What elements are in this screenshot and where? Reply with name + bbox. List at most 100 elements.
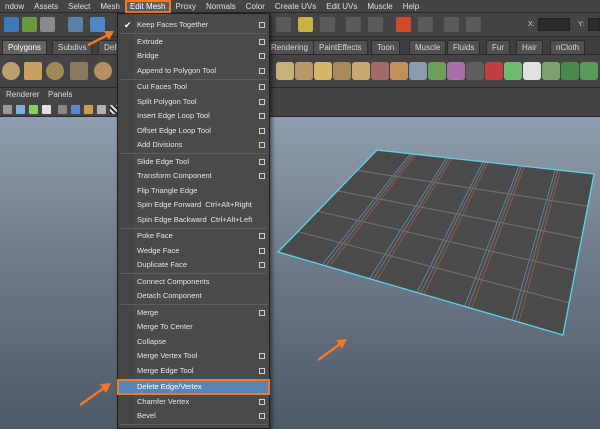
menu-select[interactable]: Select [63, 0, 95, 13]
shelf-tool-icon[interactable] [466, 62, 484, 80]
menu-item-delete-edge-vertex[interactable]: Delete Edge/Vertex [117, 379, 270, 395]
option-box-icon[interactable] [259, 233, 265, 239]
shelf-tab-painteffects[interactable]: PaintEffects [313, 40, 368, 54]
option-box-icon[interactable] [259, 142, 265, 148]
option-box-icon[interactable] [259, 309, 265, 316]
option-box-icon[interactable] [259, 67, 265, 74]
menu-create-uvs[interactable]: Create UVs [270, 0, 321, 13]
shelf-tool-icon[interactable] [409, 62, 427, 80]
shelf-tab-polygons[interactable]: Polygons [2, 40, 47, 54]
shelf-tool-icon[interactable] [485, 62, 503, 80]
menu-item-spin-edge-backward[interactable]: Spin Edge Backward Ctrl+Alt+Left [118, 213, 269, 227]
status-icon-9[interactable] [466, 17, 481, 32]
menu-color[interactable]: Color [241, 0, 270, 13]
option-box-icon[interactable] [259, 367, 265, 374]
shelf-tool-icon[interactable] [561, 62, 579, 80]
menu-assets[interactable]: Assets [29, 0, 63, 13]
panel-tool-icon[interactable] [29, 105, 38, 114]
option-box-icon[interactable] [259, 98, 265, 105]
menu-item-crease-tool[interactable]: Crease Tool [118, 426, 269, 429]
panel-tool-icon[interactable] [3, 105, 12, 114]
status-icon-1[interactable] [276, 17, 291, 32]
menu-item-cut-faces-tool[interactable]: Cut Faces Tool [118, 80, 269, 94]
status-icon-7[interactable] [418, 17, 433, 32]
snap-icon[interactable] [22, 17, 37, 32]
shelf-tool-icon[interactable] [523, 62, 541, 80]
menu-item-split-polygon-tool[interactable]: Split Polygon Tool [118, 95, 269, 109]
shelf-tool-icon[interactable] [314, 62, 332, 80]
menu-normals[interactable]: Normals [201, 0, 241, 13]
status-icon-3[interactable] [320, 17, 335, 32]
move-tool-icon[interactable] [68, 17, 83, 32]
shelf-tool-icon[interactable] [428, 62, 446, 80]
shelf-tool-icon[interactable] [333, 62, 351, 80]
shelf-tool-icon[interactable] [580, 62, 598, 80]
menu-item-flip-triangle-edge[interactable]: Flip Triangle Edge [118, 184, 269, 198]
menu-item-offset-edge-loop-tool[interactable]: Offset Edge Loop Tool [118, 124, 269, 138]
option-box-icon[interactable] [259, 84, 265, 90]
panel-tool-icon[interactable] [42, 105, 51, 114]
option-box-icon[interactable] [259, 22, 265, 28]
menu-muscle[interactable]: Muscle [362, 0, 397, 13]
shelf-tool-icon[interactable] [447, 62, 465, 80]
menu-item-detach-component[interactable]: Detach Component [118, 289, 269, 303]
menu-item-merge-vertex-tool[interactable]: Merge Vertex Tool [118, 349, 269, 363]
option-box-icon[interactable] [259, 158, 265, 165]
shelf-tool-icon[interactable] [542, 62, 560, 80]
menu-edit-uvs[interactable]: Edit UVs [321, 0, 362, 13]
shelf-tool-icon[interactable] [390, 62, 408, 80]
shelf-tab-muscle[interactable]: Muscle [409, 40, 447, 54]
option-box-icon[interactable] [259, 53, 265, 59]
panels-menu[interactable]: Panels [48, 90, 72, 99]
menu-item-bevel[interactable]: Bevel [118, 409, 269, 423]
menu-help[interactable]: Help [398, 0, 424, 13]
menu-item-append-to-polygon-tool[interactable]: Append to Polygon Tool [118, 64, 269, 78]
shelf-tab-fur[interactable]: Fur [486, 40, 510, 54]
x-coordinate-field[interactable] [538, 18, 570, 31]
option-box-icon[interactable] [259, 262, 265, 268]
menu-item-merge-to-center[interactable]: Merge To Center [118, 320, 269, 334]
shelf-tool-icon[interactable] [504, 62, 522, 80]
option-box-icon[interactable] [259, 113, 265, 119]
history-icon[interactable] [40, 17, 55, 32]
menu-item-collapse[interactable]: Collapse [118, 335, 269, 349]
shelf-tab-ncloth[interactable]: nCloth [550, 40, 586, 54]
shelf-tool-icon[interactable] [295, 62, 313, 80]
menu-mesh[interactable]: Mesh [95, 0, 125, 13]
option-box-icon[interactable] [259, 173, 265, 179]
menu-item-duplicate-face[interactable]: Duplicate Face [118, 258, 269, 272]
status-icon-4[interactable] [346, 17, 361, 32]
option-box-icon[interactable] [259, 247, 265, 254]
menu-item-chamfer-vertex[interactable]: Chamfer Vertex [118, 395, 269, 409]
panel-tool-icon[interactable] [58, 105, 67, 114]
plane-mesh[interactable] [0, 117, 600, 429]
status-icon-5[interactable] [368, 17, 383, 32]
shelf-tab-hair[interactable]: Hair [516, 40, 543, 54]
render-icon[interactable] [396, 17, 411, 32]
shelf-tool-icon[interactable] [371, 62, 389, 80]
panel-tool-icon[interactable] [71, 105, 80, 114]
menu-item-transform-component[interactable]: Transform Component [118, 169, 269, 183]
panel-tool-icon[interactable] [84, 105, 93, 114]
menu-edit-mesh[interactable]: Edit Mesh [124, 0, 171, 13]
menu-item-connect-components[interactable]: Connect Components [118, 275, 269, 289]
option-box-icon[interactable] [259, 353, 265, 359]
status-icon-8[interactable] [444, 17, 459, 32]
magnet-icon[interactable] [298, 17, 313, 32]
menu-item-spin-edge-forward[interactable]: Spin Edge Forward Ctrl+Alt+Right [118, 198, 269, 212]
shelf-primitive-icon[interactable] [46, 62, 64, 80]
option-box-icon[interactable] [259, 127, 265, 134]
option-box-icon[interactable] [259, 398, 265, 405]
option-box-icon[interactable] [259, 38, 265, 45]
shelf-primitive-icon[interactable] [24, 62, 42, 80]
shelf-primitive-icon[interactable] [94, 62, 112, 80]
shelf-tab-subdivs[interactable]: Subdivs [52, 40, 93, 54]
select-mode-icon[interactable] [4, 17, 19, 32]
viewport-3d[interactable] [0, 117, 600, 429]
menu-item-keep-faces-together[interactable]: ✔ Keep Faces Together [118, 18, 269, 32]
y-coordinate-field[interactable] [588, 18, 600, 31]
menu-item-bridge[interactable]: Bridge [118, 49, 269, 63]
shelf-tab-toon[interactable]: Toon [371, 40, 401, 54]
shelf-primitive-icon[interactable] [70, 62, 88, 80]
menu-item-insert-edge-loop-tool[interactable]: Insert Edge Loop Tool [118, 109, 269, 123]
